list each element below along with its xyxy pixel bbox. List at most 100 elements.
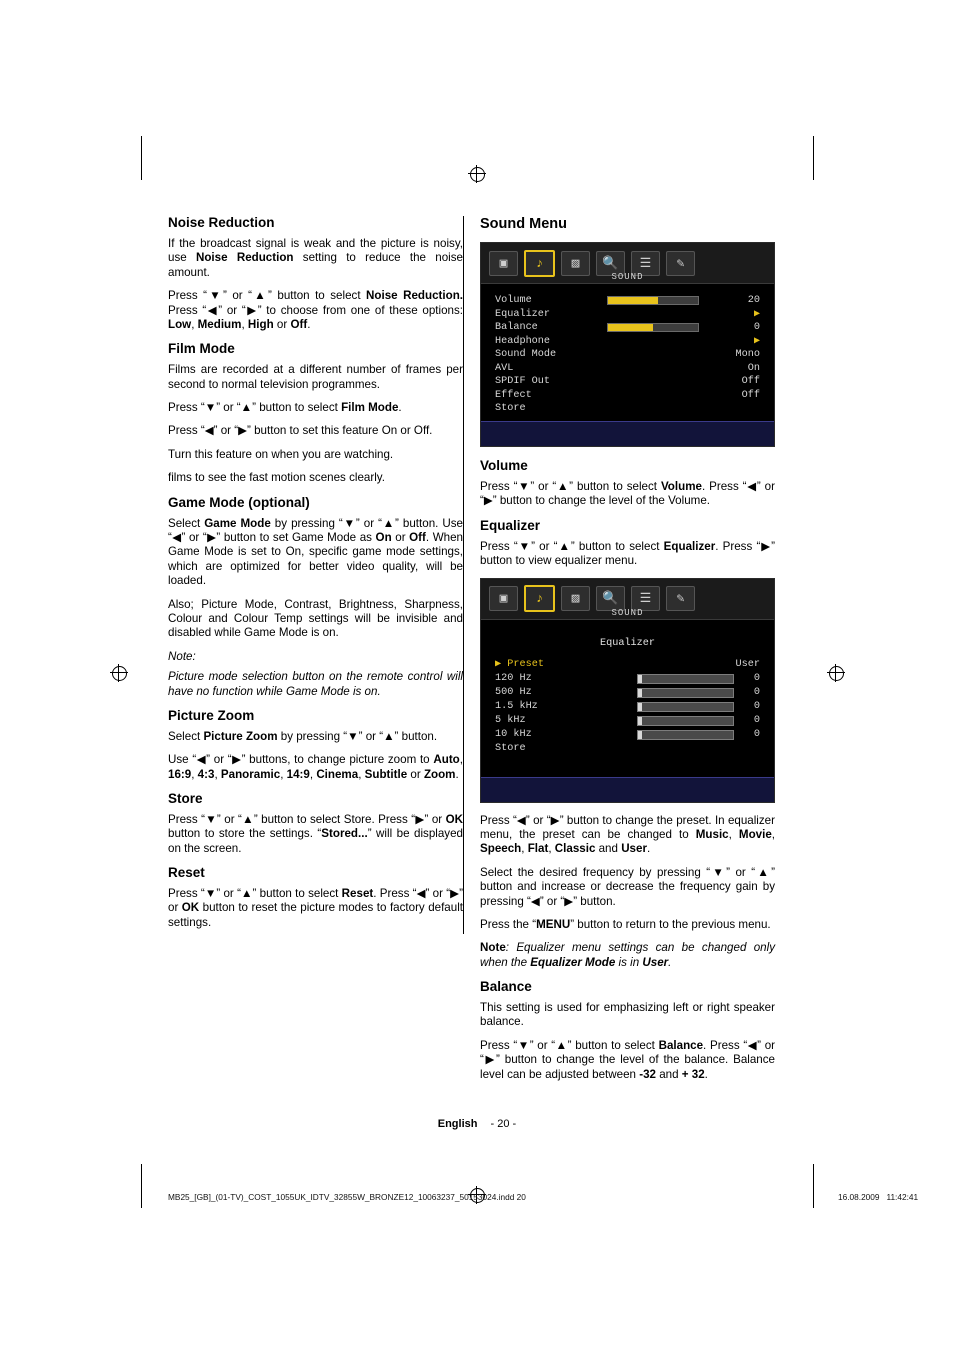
osd-menu-title: SOUND — [611, 607, 644, 618]
paragraph-picture-zoom-2: Use “◀” or “▶” buttons, to change pictur… — [168, 753, 463, 781]
heading-game-mode: Game Mode (optional) — [168, 494, 310, 510]
note-text-game-mode: Picture mode selection button on the rem… — [168, 670, 463, 698]
band-label: 500 Hz — [495, 686, 532, 698]
osd-row-value: Off — [741, 376, 760, 388]
registration-mark-left — [110, 664, 128, 682]
paragraph-film-mode-4: Turn this feature on when you are watchi… — [168, 447, 394, 461]
heading-equalizer: Equalizer — [480, 517, 541, 533]
paragraph-volume: Press “▼” or “▲” button to select Volume… — [480, 480, 775, 508]
heading-balance: Balance — [480, 979, 532, 995]
right-column: Sound Menu ▣ ♪ ▨ 🔍 ☰ ✎ SOUND Volume 20 E… — [480, 215, 775, 1091]
equalizer-band-row[interactable]: 10 kHz 0 — [495, 728, 760, 742]
heading-sound-menu: Sound Menu — [480, 216, 567, 232]
equalizer-preset-row[interactable]: ▶ Preset User — [495, 658, 760, 672]
band-slider[interactable] — [637, 715, 734, 726]
osd-footer-bar — [481, 421, 774, 447]
osd-row-value: Off — [741, 389, 760, 401]
registration-mark-top — [468, 165, 486, 183]
osd-equalizer-body: Equalizer ▶ Preset User 120 Hz 0 500 Hz … — [481, 620, 774, 760]
paragraph-game-mode-1: Select Game Mode by pressing “▼” or “▲” … — [168, 516, 464, 588]
equalizer-band-row[interactable]: 1.5 kHz 0 — [495, 700, 760, 714]
osd-row-value: 20 — [747, 295, 760, 307]
band-slider[interactable] — [637, 701, 734, 712]
crop-mark-bottom-left-v — [141, 1164, 142, 1208]
osd-row-equalizer[interactable]: Equalizer ▶ — [495, 308, 760, 322]
band-slider[interactable] — [637, 673, 734, 684]
paragraph-film-mode-1: Films are recorded at a different number… — [168, 363, 463, 391]
equalizer-band-row[interactable]: 5 kHz 0 — [495, 714, 760, 728]
heading-reset: Reset — [168, 865, 205, 881]
band-slider[interactable] — [637, 729, 734, 740]
osd-icon-bar: ▣ ♪ ▨ 🔍 ☰ ✎ SOUND — [481, 578, 774, 620]
left-column: Noise Reduction If the broadcast signal … — [168, 215, 463, 939]
note-label-game-mode: Note: — [168, 649, 196, 663]
print-filename: MB25_[GB]_(01-TV)_COST_1055UK_IDTV_32855… — [168, 1192, 526, 1202]
osd-row-volume[interactable]: Volume 20 — [495, 294, 760, 308]
band-value: 0 — [753, 714, 760, 726]
footer-language: English — [437, 1118, 478, 1130]
registration-mark-right — [827, 664, 845, 682]
sound-menu-osd: ▣ ♪ ▨ 🔍 ☰ ✎ SOUND Volume 20 Equalizer ▶ — [480, 242, 775, 448]
paragraph-preset: Press “◀” or “▶” button to change the pr… — [480, 813, 775, 856]
manual-page: Noise Reduction If the broadcast signal … — [0, 0, 954, 1351]
band-label: 1.5 kHz — [495, 700, 538, 712]
osd-row-label: Volume — [495, 295, 532, 307]
print-datetime: 16.08.2009 11:42:41 — [838, 1192, 919, 1202]
osd-row-balance[interactable]: Balance 0 — [495, 321, 760, 335]
heading-volume: Volume — [480, 458, 528, 474]
band-label: 120 Hz — [495, 672, 532, 684]
equalizer-band-row[interactable]: 120 Hz 0 — [495, 672, 760, 686]
osd-row-label: Equalizer — [495, 308, 551, 320]
paragraph-equalizer: Press “▼” or “▲” button to select Equali… — [480, 539, 776, 568]
band-value: 0 — [753, 686, 760, 698]
heading-noise-reduction: Noise Reduction — [168, 215, 275, 230]
osd-row-avl[interactable]: AVL On — [495, 362, 760, 376]
paragraph-balance-2: Press “▼” or “▲” button to select Balanc… — [480, 1038, 776, 1081]
crop-mark-top-left-v — [141, 136, 142, 180]
paragraph-noise-reduction-1: If the broadcast signal is weak and the … — [168, 236, 463, 279]
osd-row-label: Effect — [495, 389, 532, 401]
paragraph-game-mode-2: Also; Picture Mode, Contrast, Brightness… — [168, 597, 463, 640]
crop-mark-top-right-v — [813, 136, 814, 180]
paragraph-picture-zoom-1: Select Picture Zoom by pressing “▼” or “… — [168, 729, 438, 743]
selection-pointer-icon: ▶ — [495, 658, 502, 670]
band-label: 5 kHz — [495, 714, 526, 726]
osd-row-spdif-out[interactable]: SPDIF Out Off — [495, 375, 760, 389]
equalizer-band-row[interactable]: 500 Hz 0 — [495, 686, 760, 700]
paragraph-film-mode-2: Press “▼” or “▲” button to select Film M… — [168, 401, 402, 414]
osd-row-label: SPDIF Out — [495, 376, 551, 388]
osd-row-value: Mono — [735, 349, 760, 361]
osd-row-value: ▶ — [753, 308, 760, 320]
heading-picture-zoom: Picture Zoom — [168, 707, 255, 723]
osd-row-value: ▶ — [753, 335, 760, 347]
paragraph-store-1: Press “▼” or “▲” button to select Store.… — [168, 812, 464, 855]
osd-row-store[interactable]: Store — [495, 402, 760, 416]
osd-rows: Volume 20 Equalizer ▶ Balance 0 Headphon… — [481, 284, 774, 420]
store-label: Store — [495, 742, 526, 754]
osd-footer-bar — [481, 776, 774, 802]
band-label: 10 kHz — [495, 728, 532, 740]
footer-page-number: - 20 - — [490, 1118, 517, 1130]
osd-row-effect[interactable]: Effect Off — [495, 389, 760, 403]
osd-row-headphone[interactable]: Headphone ▶ — [495, 335, 760, 349]
column-divider — [463, 216, 464, 934]
osd-row-label: Headphone — [495, 335, 551, 347]
heading-film-mode: Film Mode — [168, 341, 235, 357]
heading-store: Store — [168, 791, 203, 807]
crop-mark-bottom-right-v — [813, 1164, 814, 1208]
osd-row-sound-mode[interactable]: Sound Mode Mono — [495, 348, 760, 362]
equalizer-store-row[interactable]: Store — [495, 742, 760, 756]
preset-label: Preset — [507, 658, 544, 670]
osd-row-value: On — [747, 362, 760, 374]
paragraph-menu-return: Press the “MENU” button to return to the… — [480, 917, 771, 931]
volume-bar[interactable] — [607, 296, 699, 306]
paragraph-reset-1: Press “▼” or “▲” button to select Reset.… — [168, 887, 464, 929]
osd-row-label: AVL — [495, 362, 514, 374]
paragraph-noise-reduction-2: Press “▼” or “▲” button to select Noise … — [168, 289, 463, 331]
equalizer-menu-osd: ▣ ♪ ▨ 🔍 ☰ ✎ SOUND Equalizer ▶ Preset Use… — [480, 577, 775, 803]
osd-row-label: Sound Mode — [495, 349, 557, 361]
page-footer: English - 20 - — [0, 1118, 954, 1130]
band-slider[interactable] — [637, 687, 734, 698]
band-value: 0 — [753, 700, 760, 712]
balance-bar[interactable] — [607, 323, 699, 333]
